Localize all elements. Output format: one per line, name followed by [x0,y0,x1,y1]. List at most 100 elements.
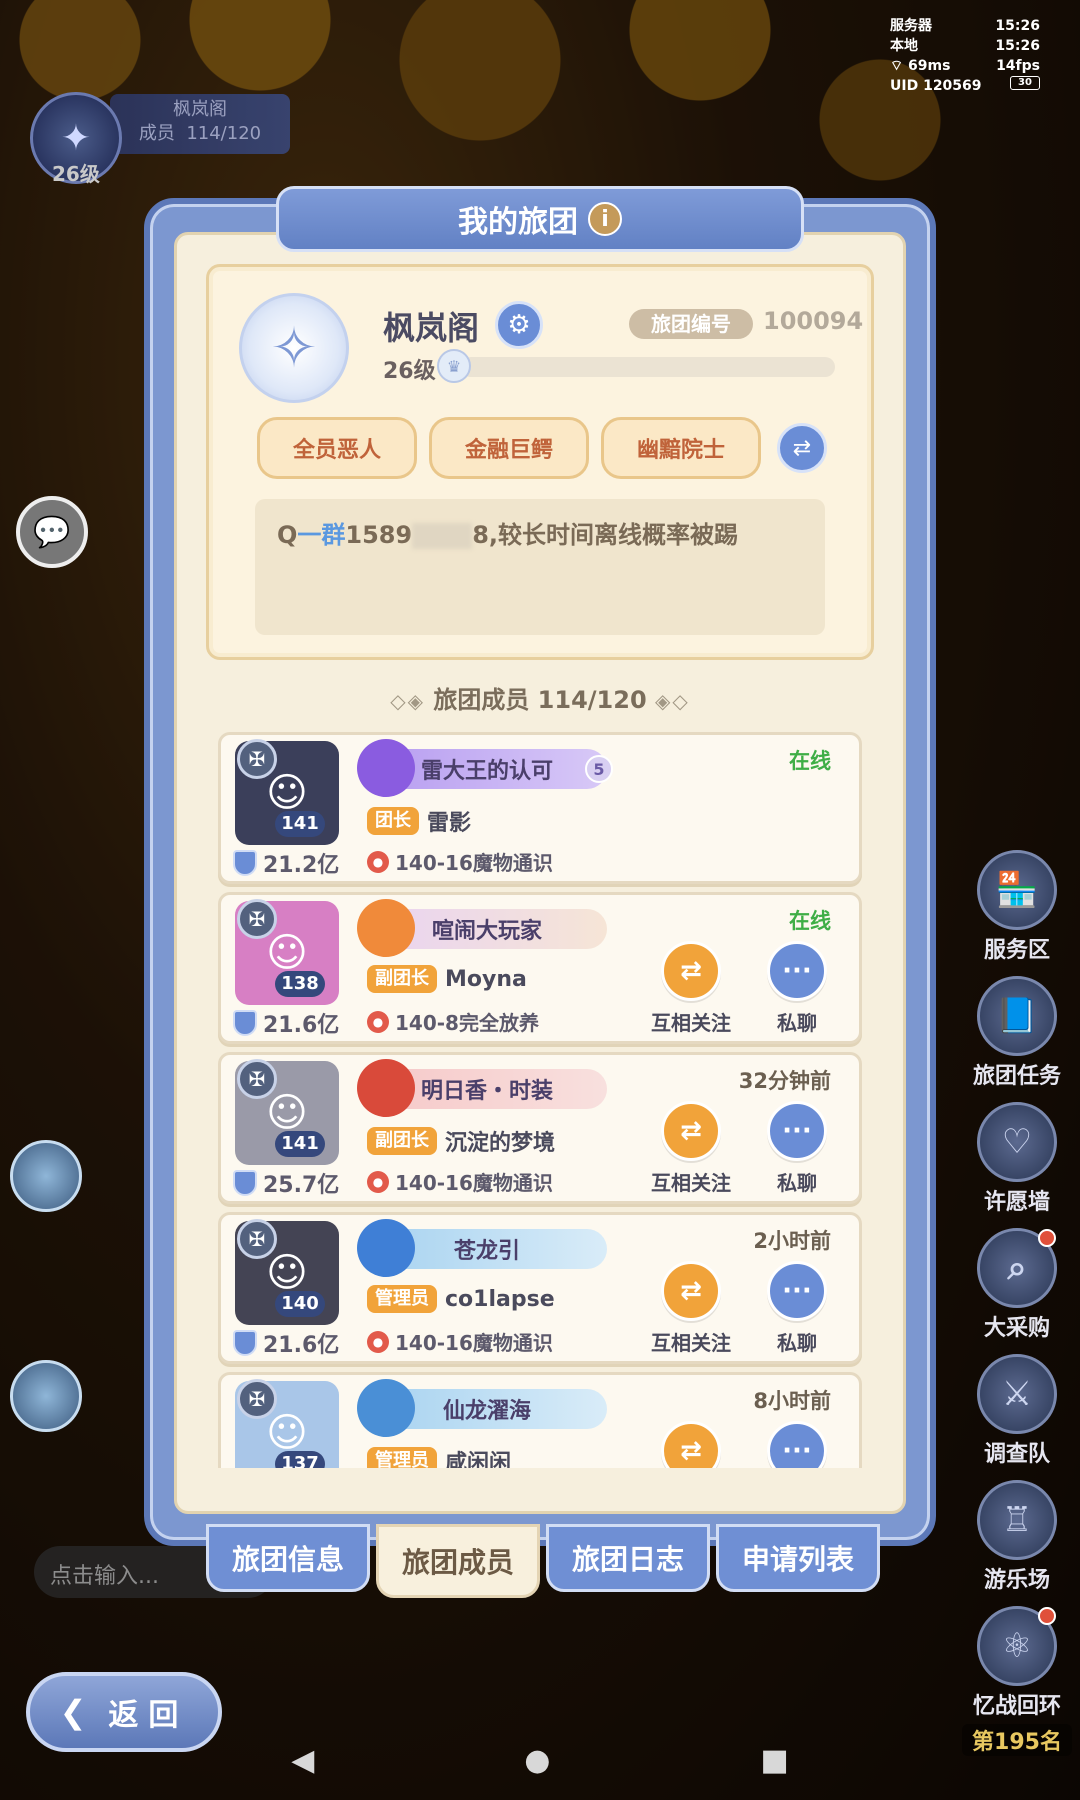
tab-guild-members[interactable]: 旅团成员 [376,1524,540,1598]
side-menu-item[interactable]: 📘 旅团任务 [962,976,1072,1102]
top-guild-name: 枫岚阁 [173,99,227,120]
info-icon[interactable]: i [588,202,622,236]
side-menu-item[interactable]: ⚔ 调查队 [962,1354,1072,1480]
server-label: 服务器 [890,18,932,34]
member-role-row: 副团长 Moyna [367,965,527,993]
guild-tag[interactable]: 金融巨鳄 [429,417,589,479]
member-role-row: 管理员 咸闲闲 [367,1445,511,1468]
atom-icon: ⚛ [977,1606,1057,1686]
member-level: 141 [275,811,325,837]
tab-guild-info[interactable]: 旅团信息 [206,1524,370,1592]
member-row[interactable]: ✠☺137 仙龙濯海 管理员 咸闲闲 8小时前⇄互相关注···私聊 [218,1372,862,1468]
member-title-banner: 明日香・时装 [357,1059,607,1117]
nav-back-icon[interactable]: ◀ [291,1743,314,1778]
guild-tag[interactable]: 全员恶人 [257,417,417,479]
message-icon: ··· [767,1421,827,1468]
chat-history [0,1120,150,1550]
member-role-row: 团长 雷影 [367,805,471,837]
member-name: 咸闲闲 [445,1451,512,1468]
panel-title: 我的旅团 i [276,186,804,252]
top-guild-members: 成员 114/120 [138,123,262,144]
location-pin-icon: ● [367,1330,389,1353]
follow-button[interactable]: ⇄互相关注 [651,1421,731,1468]
member-role: 团长 [367,807,419,835]
side-menu-item[interactable]: 🏪 服务区 [962,850,1072,976]
private-message-button[interactable]: ···私聊 [757,1261,837,1356]
member-stage: ● 140-16魔物通识 [367,1167,553,1196]
tab-guild-log[interactable]: 旅团日志 [546,1524,710,1592]
class-icon: ✠ [237,1059,277,1099]
gear-icon: ⚙ [507,310,531,340]
member-presence: 2小时前 [753,1229,831,1253]
guild-id-label: 旅团编号 [629,309,753,339]
member-power: 21.6亿 [233,1007,339,1039]
location-pin-icon: ● [367,1170,389,1193]
chat-avatar [10,1360,82,1432]
member-name: 沉淀的梦境 [445,1131,556,1156]
member-presence: 在线 [789,909,831,933]
follow-icon: ⇄ [661,1421,721,1468]
ornament-right-icon: ◈◇ [655,689,690,713]
title-emblem-icon [357,899,415,957]
title-count-badge: 5 [585,755,613,783]
side-menu-item[interactable]: ♡ 许愿墙 [962,1102,1072,1228]
member-power: 21.6亿 [233,1327,339,1359]
tab-application-list[interactable]: 申请列表 [716,1524,880,1592]
member-presence: 在线 [789,749,831,773]
private-message-button[interactable]: ···私聊 [757,1101,837,1196]
member-row[interactable]: ✠ ☺ 140 21.6亿 苍龙引 管理员 co1lapse ● 140-16魔物通识 2… [218,1212,862,1364]
nav-home-icon[interactable]: ● [524,1743,550,1778]
swap-tags-button[interactable]: ⇄ [777,423,827,473]
chat-bubble-button[interactable]: 💬 [16,496,88,568]
member-row[interactable]: ✠ ☺ 141 25.7亿 明日香・时装 副团长 沉淀的梦境 ● 140-16魔物通识 3… [218,1052,862,1204]
follow-button[interactable]: ⇄互相关注 [651,1261,731,1356]
shield-icon [233,1330,257,1356]
uid: UID 120569 [890,78,982,94]
top-guild-info: 枫岚阁 成员 114/120 [110,94,290,154]
follow-icon: ⇄ [661,1261,721,1321]
location-pin-icon: ● [367,1010,389,1033]
system-navbar: ◀ ● ■ [0,1720,1080,1800]
ping: ⌔ 69ms [890,58,951,74]
side-menu-item[interactable]: ⌕ 大采购 [962,1228,1072,1354]
nav-recents-icon[interactable]: ■ [760,1743,788,1778]
message-icon: ··· [767,941,827,1001]
follow-button[interactable]: ⇄互相关注 [651,1101,731,1196]
guild-level-progress [461,357,835,377]
panel-tabs: 旅团信息 旅团成员 旅团日志 申请列表 [206,1524,880,1598]
member-level: 137 [275,1451,325,1468]
shield-icon [233,1170,257,1196]
top-guild-badge[interactable]: 枫岚阁 成员 114/120 ✦ 26级 [10,88,290,186]
carousel-icon: ♖ [977,1480,1057,1560]
member-name: Moyna [445,966,527,992]
member-stage: ● 140-16魔物通识 [367,847,553,876]
guild-settings-button[interactable]: ⚙ [495,301,543,349]
guild-tags: 全员恶人 金融巨鳄 幽黯院士 ⇄ [257,417,827,479]
status-overlay: 服务器 15:26 本地 15:26 ⌔ 69ms 14fps UID 120569 3… [890,16,1040,96]
member-name: 雷影 [427,811,472,836]
member-role: 管理员 [367,1447,437,1468]
guild-name: 枫岚阁 [383,309,480,347]
server-time: 15:26 [995,18,1040,34]
member-row[interactable]: ✠ ☺ 138 21.6亿 喧闹大玩家 副团长 Moyna ● 140-8完全放养 在线 ⇄… [218,892,862,1044]
member-title-banner: 仙龙濯海 [357,1379,607,1437]
panel-title-text: 我的旅团 [458,205,578,240]
notification-dot [1038,1607,1056,1625]
member-row[interactable]: ✠ ☺ 141 21.2亿 雷大王的认可 5 团长 雷影 ● 140-16魔物通识 在线 [218,732,862,884]
private-message-button[interactable]: ···私聊 [757,941,837,1036]
guild-id-value: 100094 [763,307,864,335]
member-title-banner: 苍龙引 [357,1219,607,1277]
side-menu-item[interactable]: ♖ 游乐场 [962,1480,1072,1606]
member-name: co1lapse [445,1286,555,1312]
member-role: 副团长 [367,965,437,993]
member-list[interactable]: ✠ ☺ 141 21.2亿 雷大王的认可 5 团长 雷影 ● 140-16魔物通识 在线 ✠… [218,732,862,1468]
wish-icon: ♡ [977,1102,1057,1182]
private-message-button[interactable]: ···私聊 [757,1421,837,1468]
member-presence: 8小时前 [753,1389,831,1413]
guild-tag[interactable]: 幽黯院士 [601,417,761,479]
follow-icon: ⇄ [661,1101,721,1161]
side-menu-item[interactable]: ⚛ 忆战回环 [962,1606,1072,1732]
shopping-icon: ⌕ [977,1228,1057,1308]
follow-button[interactable]: ⇄互相关注 [651,941,731,1036]
fps: 14fps [996,58,1040,74]
